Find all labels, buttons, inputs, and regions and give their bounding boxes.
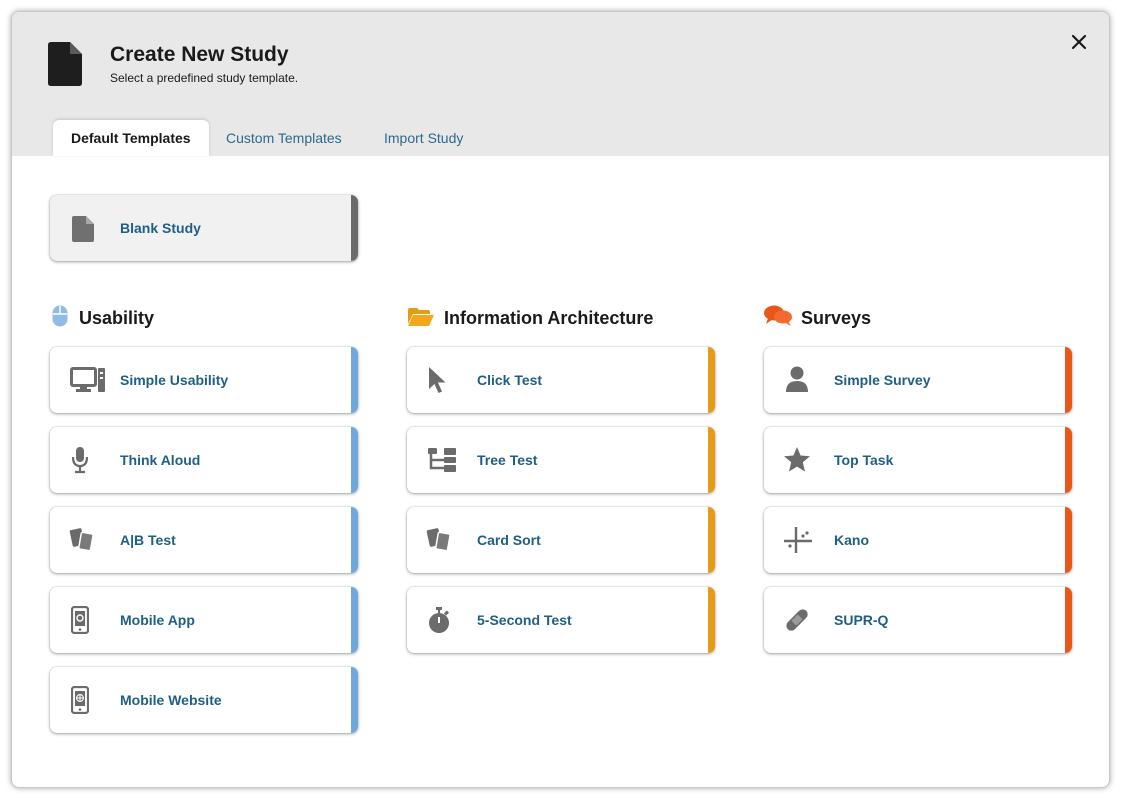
desktop-computer-icon [70,367,105,392]
mouse-icon [52,305,68,327]
create-study-dialog: Create New Study Select a predefined stu… [11,11,1110,788]
card-label: Mobile Website [120,692,222,708]
bandage-icon [786,609,808,631]
card-label: 5-Second Test [477,612,572,628]
card-accent-bar [708,587,715,653]
tab-default-templates[interactable]: Default Templates [53,120,209,156]
card-accent-bar [708,347,715,413]
chat-bubbles-icon [764,305,792,326]
microphone-icon [71,447,89,474]
stopwatch-icon [429,607,449,633]
card-label: Think Aloud [120,452,201,468]
card-accent-bar [351,507,358,573]
card-label: Top Task [834,452,894,468]
template-card-5-second-test[interactable]: 5-Second Test [407,587,715,653]
card-label: Kano [834,532,869,548]
mobile-app-icon [71,606,89,634]
dialog-subtitle: Select a predefined study template. [110,71,299,85]
crosshair-icon [784,527,812,553]
card-accent-bar [351,587,358,653]
star-icon [784,447,810,472]
template-card-think-aloud[interactable]: Think Aloud [50,427,358,493]
tab-custom-templates[interactable]: Custom Templates [208,120,360,156]
tree-icon [428,448,456,472]
card-accent-bar [1065,427,1072,493]
card-accent-bar [1065,347,1072,413]
card-accent-bar [351,347,358,413]
dialog-header: Create New Study Select a predefined stu… [12,12,1109,156]
template-card-simple-usability[interactable]: Simple Usability [50,347,358,413]
card-label: Tree Test [477,452,538,468]
template-card-card-sort[interactable]: Card Sort [407,507,715,573]
card-accent-bar [351,667,358,733]
template-card-mobile-app[interactable]: Mobile App [50,587,358,653]
document-icon [48,42,82,86]
template-card-ab-test[interactable]: A|B Test [50,507,358,573]
card-label: A|B Test [120,532,176,548]
cursor-icon [429,367,446,393]
template-card-kano[interactable]: Kano [764,507,1072,573]
dialog-title: Create New Study [110,43,289,66]
template-card-mobile-website[interactable]: Mobile Website [50,667,358,733]
section-title-usability: Usability [79,308,155,328]
card-label: Card Sort [477,532,541,548]
person-icon [786,366,808,392]
card-label: SUPR-Q [834,612,889,628]
section-title-information-architecture: Information Architecture [444,308,654,328]
folder-open-icon [408,308,434,326]
card-label: Blank Study [120,220,201,236]
document-icon [72,216,94,242]
card-accent-bar [351,195,358,261]
card-accent-bar [708,507,715,573]
card-accent-bar [351,427,358,493]
card-label: Simple Usability [120,372,229,388]
card-label: Simple Survey [834,372,931,388]
template-card-supr-q[interactable]: SUPR-Q [764,587,1072,653]
template-card-simple-survey[interactable]: Simple Survey [764,347,1072,413]
template-card-top-task[interactable]: Top Task [764,427,1072,493]
template-card-tree-test[interactable]: Tree Test [407,427,715,493]
tab-import-study[interactable]: Import Study [366,120,481,156]
blank-study-card[interactable]: Blank Study [50,195,358,261]
section-title-surveys: Surveys [801,308,872,328]
card-label: Click Test [477,372,543,388]
mobile-web-icon [71,686,89,714]
card-accent-bar [708,427,715,493]
cards-icon [426,528,451,552]
close-icon[interactable] [1069,32,1089,52]
template-card-click-test[interactable]: Click Test [407,347,715,413]
card-accent-bar [1065,587,1072,653]
cards-icon [69,528,94,552]
card-label: Mobile App [120,612,195,628]
card-accent-bar [1065,507,1072,573]
